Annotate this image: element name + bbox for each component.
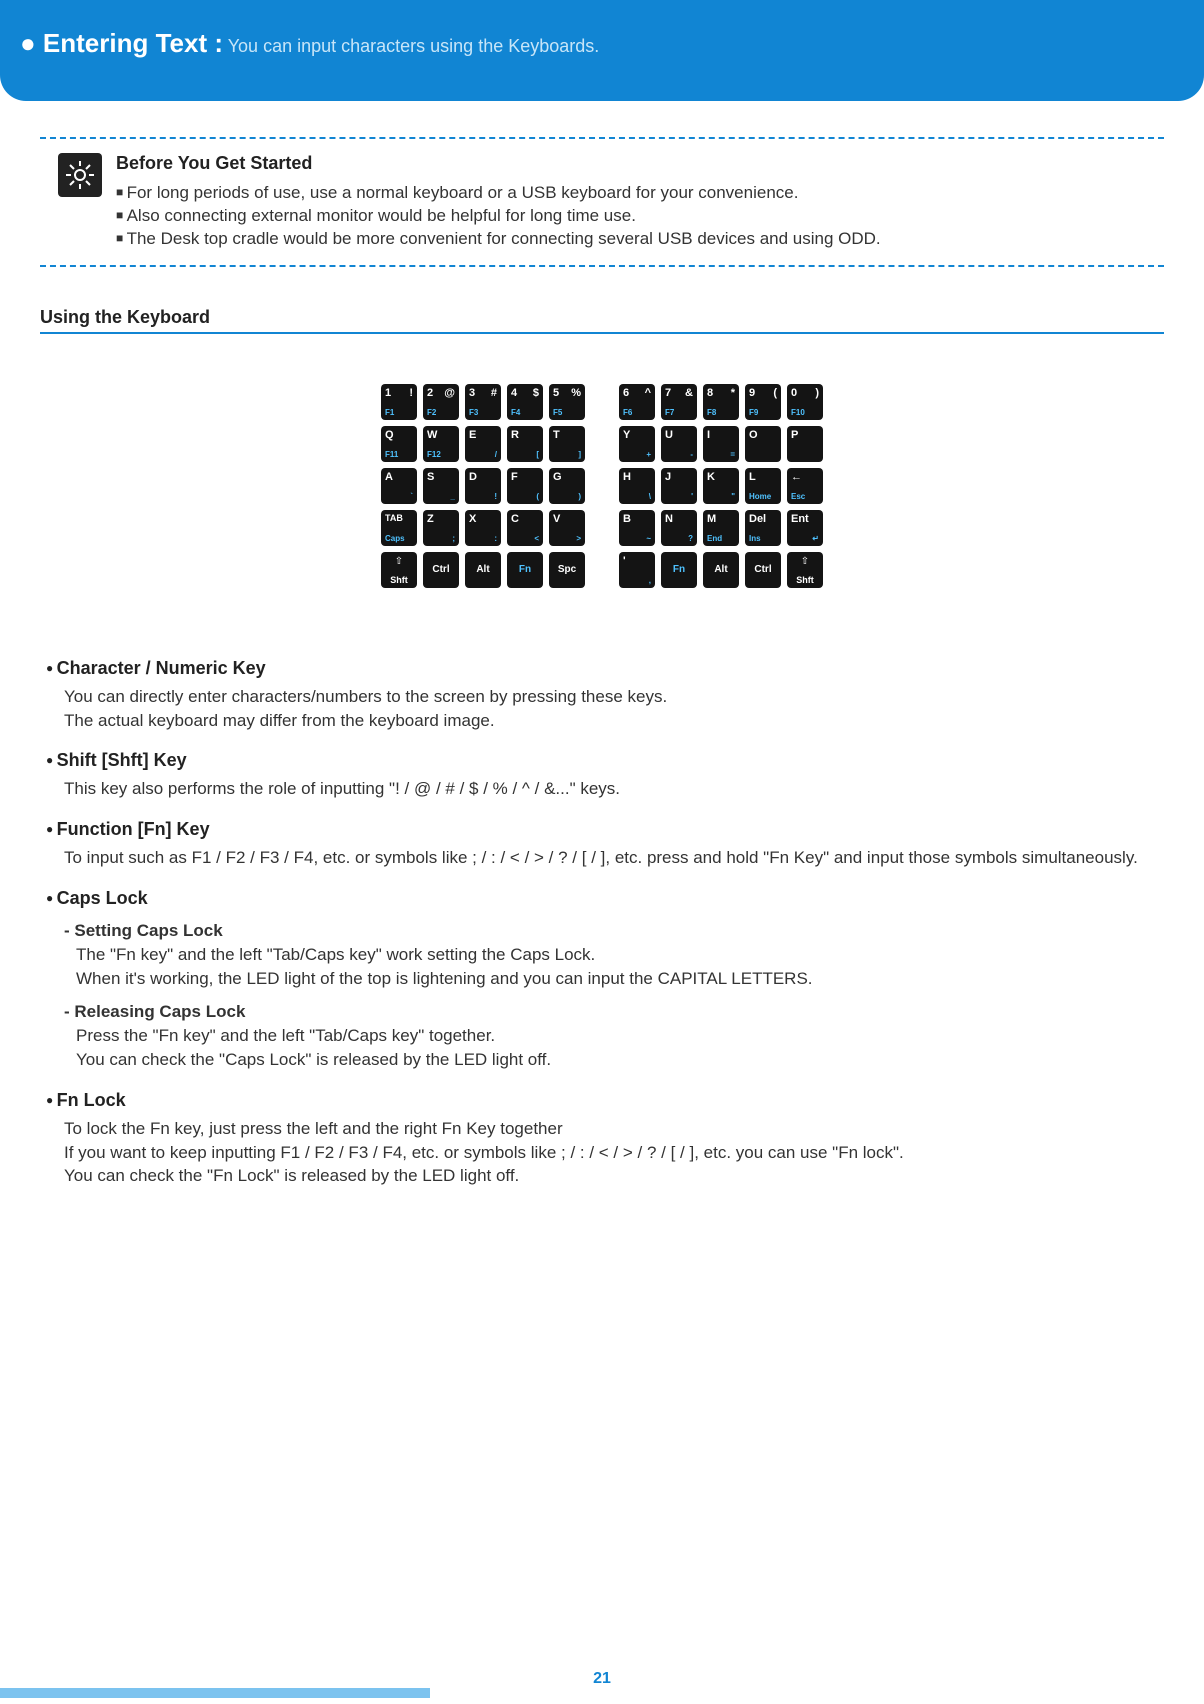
keyboard-key: 7&F7 [661, 384, 697, 420]
keyboard-row: 6^F67&F78*F89(F90)F10 [619, 384, 823, 420]
keyboard-key: MEnd [703, 510, 739, 546]
keyboard-left-half: 1!F12@F23#F34$F45%F5 QF11WF12E/R[T] A`S_D!… [381, 384, 585, 588]
keyboard-key: 6^F6 [619, 384, 655, 420]
keyboard-key: 3#F3 [465, 384, 501, 420]
keyboard-key: 1!F1 [381, 384, 417, 420]
keyboard-key: Ent↵ [787, 510, 823, 546]
key-descriptions: Character / Numeric Key You can directly … [40, 658, 1164, 1188]
keyboard-key: 4$F4 [507, 384, 543, 420]
keyboard-row: A`S_D!F(G) [381, 468, 585, 504]
keyboard-key: ⇧Shft [381, 552, 417, 588]
description-heading: Function [Fn] Key [46, 819, 1164, 840]
keyboard-key: DelIns [745, 510, 781, 546]
keyboard-key: K" [703, 468, 739, 504]
content-area: Before You Get Started For long periods … [0, 101, 1204, 1188]
keyboard-row: B~N?MEndDelInsEnt↵ [619, 510, 823, 546]
keyboard-key: ', [619, 552, 655, 588]
keyboard-key: C< [507, 510, 543, 546]
description-heading: Character / Numeric Key [46, 658, 1164, 679]
keyboard-row: 1!F12@F23#F34$F45%F5 [381, 384, 585, 420]
keyboard-key: V> [549, 510, 585, 546]
keyboard-key: ⇧Shft [787, 552, 823, 588]
keyboard-key: R[ [507, 426, 543, 462]
keyboard-key: QF11 [381, 426, 417, 462]
keyboard-key: Y+ [619, 426, 655, 462]
keyboard-key: 8*F8 [703, 384, 739, 420]
keyboard-key: O [745, 426, 781, 462]
keyboard-key: Fn [507, 552, 543, 588]
before-you-start-box: Before You Get Started For long periods … [40, 139, 1164, 265]
keyboard-key: D! [465, 468, 501, 504]
brightness-icon [58, 153, 102, 197]
description-body: To lock the Fn key, just press the left … [46, 1117, 1164, 1188]
keyboard-key: P [787, 426, 823, 462]
keyboard-key: Spc [549, 552, 585, 588]
keyboard-key: TABCaps [381, 510, 417, 546]
header-band: ● Entering Text : You can input characte… [0, 0, 1204, 101]
description-heading: Fn Lock [46, 1090, 1164, 1111]
keyboard-key: Ctrl [423, 552, 459, 588]
keyboard-key: ←Esc [787, 468, 823, 504]
keyboard-diagram: 1!F12@F23#F34$F45%F5 QF11WF12E/R[T] A`S_D!… [40, 384, 1164, 588]
keyboard-key: E/ [465, 426, 501, 462]
description-body: This key also performs the role of input… [46, 777, 1164, 801]
before-start-item: Also connecting external monitor would b… [116, 205, 881, 228]
keyboard-key: T] [549, 426, 585, 462]
keyboard-key: N? [661, 510, 697, 546]
keyboard-right-half: 6^F67&F78*F89(F90)F10 Y+U-I=OP H\J'K"LHome… [619, 384, 823, 588]
keyboard-key: Fn [661, 552, 697, 588]
keyboard-key: LHome [745, 468, 781, 504]
before-start-title: Before You Get Started [116, 153, 881, 174]
keyboard-key: H\ [619, 468, 655, 504]
keyboard-row: TABCapsZ;X:C<V> [381, 510, 585, 546]
description-subbody: Press the "Fn key" and the left "Tab/Cap… [64, 1024, 1164, 1072]
description-subbody: The "Fn key" and the left "Tab/Caps key"… [64, 943, 1164, 991]
keyboard-key: Ctrl [745, 552, 781, 588]
keyboard-key: A` [381, 468, 417, 504]
section-heading-using-keyboard: Using the Keyboard [40, 307, 1164, 334]
keyboard-key: I= [703, 426, 739, 462]
before-start-list: For long periods of use, use a normal ke… [116, 182, 881, 251]
keyboard-key: Alt [465, 552, 501, 588]
keyboard-key: F( [507, 468, 543, 504]
keyboard-row: ',FnAltCtrl⇧Shft [619, 552, 823, 588]
description-subheading: Setting Caps Lock [64, 919, 1164, 943]
dashed-separator-bottom [40, 265, 1164, 267]
page-number: 21 [593, 1670, 611, 1688]
description-heading: Shift [Shft] Key [46, 750, 1164, 771]
description-body: You can directly enter characters/number… [46, 685, 1164, 733]
keyboard-key: S_ [423, 468, 459, 504]
keyboard-key: 5%F5 [549, 384, 585, 420]
description-subheading: Releasing Caps Lock [64, 1000, 1164, 1024]
description-sub-wrap: Setting Caps LockThe "Fn key" and the le… [46, 919, 1164, 1072]
keyboard-row: H\J'K"LHome←Esc [619, 468, 823, 504]
keyboard-key: Z; [423, 510, 459, 546]
before-start-item: For long periods of use, use a normal ke… [116, 182, 881, 205]
keyboard-row: ⇧ShftCtrlAltFnSpc [381, 552, 585, 588]
page-subtitle: You can input characters using the Keybo… [223, 36, 599, 56]
keyboard-row: QF11WF12E/R[T] [381, 426, 585, 462]
keyboard-key: U- [661, 426, 697, 462]
keyboard-key: 0)F10 [787, 384, 823, 420]
keyboard-key: 9(F9 [745, 384, 781, 420]
keyboard-key: B~ [619, 510, 655, 546]
footer-accent-bar [0, 1688, 430, 1698]
keyboard-key: Alt [703, 552, 739, 588]
keyboard-key: WF12 [423, 426, 459, 462]
keyboard-row: Y+U-I=OP [619, 426, 823, 462]
before-start-text: Before You Get Started For long periods … [116, 153, 881, 251]
description-heading: Caps Lock [46, 888, 1164, 909]
keyboard-key: 2@F2 [423, 384, 459, 420]
before-start-item: The Desk top cradle would be more conven… [116, 228, 881, 251]
keyboard-key: G) [549, 468, 585, 504]
keyboard-key: J' [661, 468, 697, 504]
page-title: ● Entering Text : [20, 28, 223, 58]
description-body: To input such as F1 / F2 / F3 / F4, etc.… [46, 846, 1164, 870]
keyboard-key: X: [465, 510, 501, 546]
